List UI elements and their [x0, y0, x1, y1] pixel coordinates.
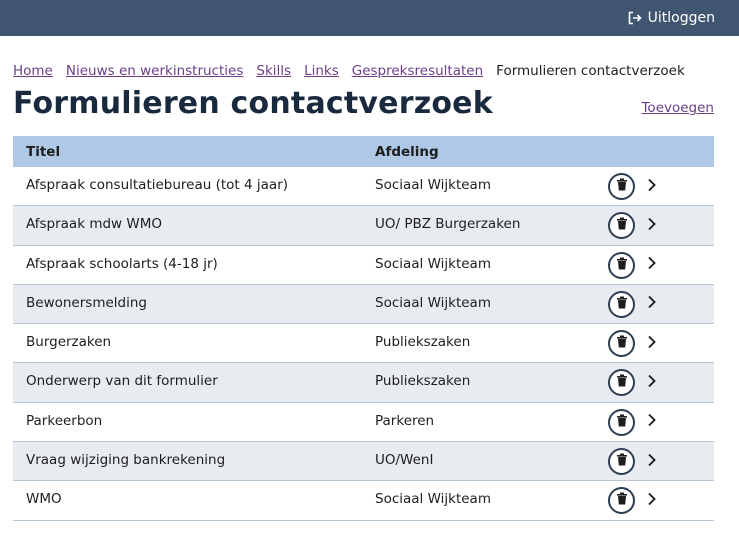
trash-icon [616, 257, 628, 274]
table-row: Parkeerbon Parkeren [13, 403, 714, 443]
row-actions [595, 246, 714, 279]
table-row: Burgerzaken Publiekszaken [13, 324, 714, 364]
column-header-title: Titel [26, 143, 61, 160]
chevron-right-icon [647, 178, 657, 196]
delete-button[interactable] [608, 408, 635, 436]
breadcrumb-home[interactable]: Home [13, 63, 53, 79]
delete-button[interactable] [608, 173, 635, 200]
row-actions [595, 167, 714, 200]
row-title: Bewonersmelding [26, 294, 147, 311]
delete-button[interactable] [608, 369, 635, 397]
top-bar: Uitloggen [0, 0, 739, 36]
row-department: Sociaal Wijkteam [375, 294, 491, 311]
logout-button[interactable]: Uitloggen [628, 10, 715, 26]
open-row-button[interactable] [647, 178, 657, 196]
row-actions [595, 442, 714, 476]
row-department: UO/ PBZ Burgerzaken [375, 216, 521, 233]
trash-icon [616, 178, 628, 195]
row-department: Sociaal Wijkteam [375, 491, 491, 508]
delete-button[interactable] [608, 487, 635, 515]
breadcrumb-news[interactable]: Nieuws en werkinstructies [66, 63, 244, 79]
chevron-right-icon [647, 374, 657, 392]
open-row-button[interactable] [647, 492, 657, 510]
row-actions [595, 363, 714, 397]
delete-button[interactable] [608, 212, 635, 240]
row-title: Afspraak mdw WMO [26, 216, 162, 233]
forms-table: Titel Afdeling Afspraak consultatieburea… [13, 136, 714, 521]
chevron-right-icon [647, 217, 657, 235]
row-department: Publiekszaken [375, 334, 471, 351]
row-actions [595, 481, 714, 515]
open-row-button[interactable] [647, 217, 657, 235]
chevron-right-icon [647, 296, 657, 313]
breadcrumb-call-results[interactable]: Gespreksresultaten [352, 63, 483, 79]
row-title: Burgerzaken [26, 334, 112, 351]
table-row: Afspraak mdw WMO UO/ PBZ Burgerzaken [13, 206, 714, 246]
table-row: Afspraak consultatiebureau (tot 4 jaar) … [13, 167, 714, 207]
chevron-right-icon [647, 335, 657, 353]
open-row-button[interactable] [647, 453, 657, 471]
breadcrumb-links[interactable]: Links [304, 63, 339, 79]
row-actions [595, 285, 714, 318]
row-title: WMO [26, 491, 62, 508]
breadcrumb-skills[interactable]: Skills [256, 63, 291, 79]
chevron-right-icon [647, 256, 657, 274]
table-row: WMO Sociaal Wijkteam [13, 481, 714, 521]
chevron-right-icon [647, 492, 657, 510]
open-row-button[interactable] [647, 374, 657, 392]
table-row: Afspraak schoolarts (4-18 jr) Sociaal Wi… [13, 246, 714, 285]
page-title: Formulieren contactverzoek [13, 86, 493, 121]
breadcrumb: Home Nieuws en werkinstructies Skills Li… [13, 63, 685, 79]
table-header: Titel Afdeling [13, 136, 714, 167]
chevron-right-icon [647, 414, 657, 431]
delete-button[interactable] [608, 251, 635, 279]
row-title: Afspraak consultatiebureau (tot 4 jaar) [26, 177, 289, 193]
trash-icon [616, 217, 628, 234]
row-department: Sociaal Wijkteam [375, 177, 491, 193]
row-department: Parkeren [375, 412, 435, 429]
logout-icon [628, 11, 642, 25]
logout-label: Uitloggen [647, 10, 715, 26]
row-department: Publiekszaken [375, 373, 471, 390]
open-row-button[interactable] [647, 335, 657, 353]
table-row: Bewonersmelding Sociaal Wijkteam [13, 284, 714, 325]
table-body: Afspraak consultatiebureau (tot 4 jaar) … [13, 167, 714, 521]
chevron-right-icon [647, 453, 657, 471]
row-actions [595, 206, 714, 240]
column-header-department: Afdeling [375, 143, 439, 160]
row-title: Afspraak schoolarts (4-18 jr) [26, 255, 218, 272]
row-title: Onderwerp van dit formulier [26, 373, 218, 390]
trash-icon [616, 335, 628, 352]
row-actions [595, 324, 714, 358]
row-title: Parkeerbon [26, 412, 103, 429]
row-department: Sociaal Wijkteam [375, 255, 491, 272]
row-title: Vraag wijziging bankrekening [26, 452, 226, 469]
breadcrumb-current: Formulieren contactverzoek [496, 63, 685, 79]
delete-button[interactable] [608, 330, 635, 358]
table-row: Vraag wijziging bankrekening UO/WenI [13, 442, 714, 482]
open-row-button[interactable] [647, 256, 657, 274]
trash-icon [616, 414, 628, 431]
add-link[interactable]: Toevoegen [641, 100, 714, 116]
row-actions [595, 403, 714, 436]
trash-icon [616, 492, 628, 509]
open-row-button[interactable] [647, 295, 657, 313]
trash-icon [616, 374, 628, 391]
trash-icon [616, 296, 628, 313]
delete-button[interactable] [608, 290, 635, 318]
table-row: Onderwerp van dit formulier Publiekszake… [13, 363, 714, 403]
row-department: UO/WenI [375, 452, 434, 469]
delete-button[interactable] [608, 448, 635, 476]
open-row-button[interactable] [647, 413, 657, 431]
trash-icon [616, 453, 628, 470]
